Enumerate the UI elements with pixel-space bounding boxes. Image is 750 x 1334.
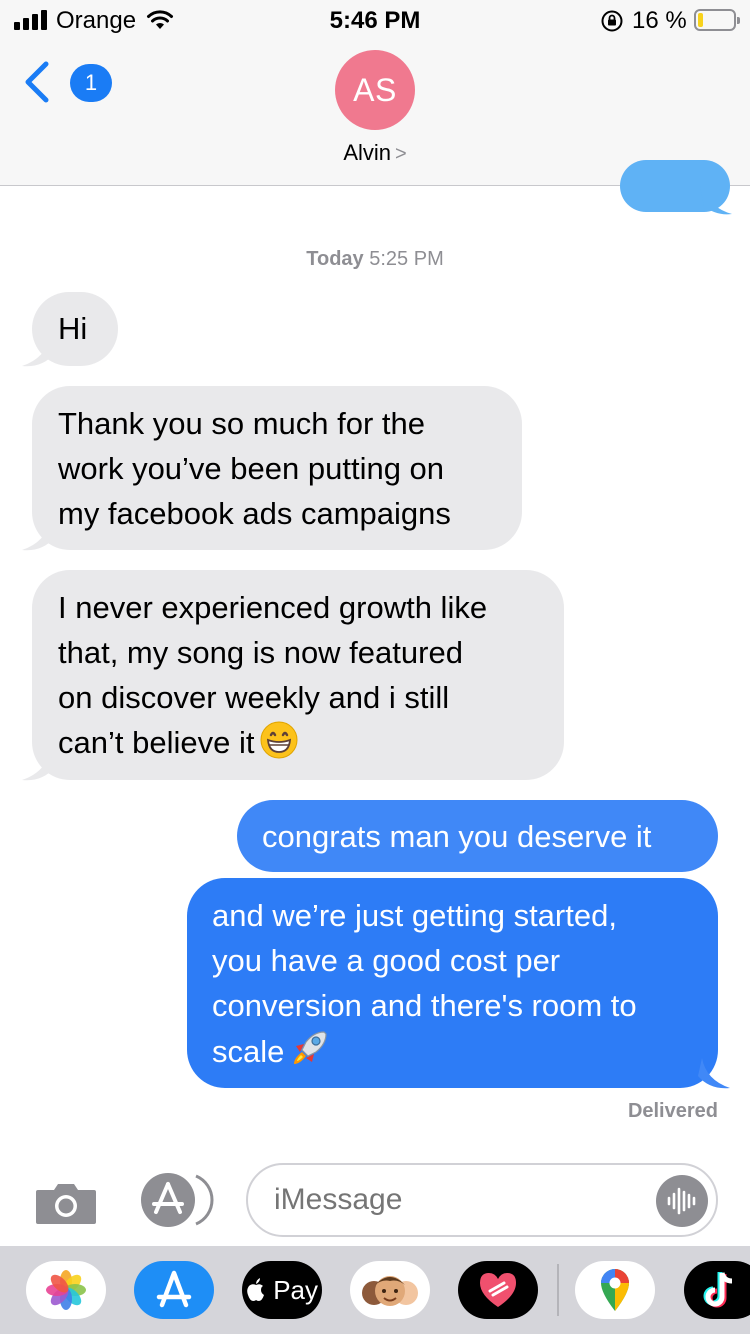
outgoing-message[interactable]: congrats man you deserve it [237,800,718,872]
chevron-left-icon [22,60,50,109]
message-line: scale [212,1034,285,1069]
message-line: that, my song is now featured [58,635,463,670]
heart-app-icon [480,1273,516,1307]
battery-level [698,13,703,27]
rocket-emoji [290,1028,330,1080]
message-line: Thank you so much for the [58,406,426,441]
tiktok-app-button[interactable] [684,1261,750,1319]
orientation-lock-icon [600,9,624,38]
app-store-button[interactable] [138,1172,214,1228]
bubble-tail [22,520,54,551]
contact-avatar[interactable]: AS [335,50,415,130]
memoji-icon [362,1276,418,1306]
maps-icon [601,1269,629,1311]
message-line: can’t believe it [58,725,255,760]
timestamp-time: 5:25 PM [369,248,444,270]
apple-pay-button[interactable]: Pay [242,1261,322,1319]
message-line: my facebook ads campaigns [58,496,451,531]
thread-timestamp: Today 5:25 PM [0,248,750,271]
tiktok-icon [703,1272,733,1308]
memoji-app-button[interactable] [350,1261,430,1319]
bubble-tail [22,336,54,367]
outgoing-message[interactable]: and we’re just getting started, you have… [187,878,718,1088]
app-store-icon [141,1173,214,1227]
app-store-icon [156,1270,192,1308]
message-line: on discover weekly and i still [58,680,450,715]
incoming-message[interactable]: Thank you so much for the work you’ve be… [32,386,522,550]
heart-app-button[interactable] [458,1261,538,1319]
back-button[interactable]: 1 [22,58,112,109]
audio-message-button[interactable] [656,1175,708,1227]
apple-pay-label: Pay [273,1275,319,1305]
waveform-icon [667,1187,696,1215]
camera-icon [36,1184,96,1224]
timestamp-day: Today [306,248,364,270]
contact-name: Alvin [343,140,391,165]
apple-logo-icon [246,1275,273,1305]
delivery-status: Delivered [627,1100,718,1122]
drawer-divider [557,1264,559,1316]
store-app-button[interactable] [134,1261,214,1319]
photos-icon [46,1270,86,1310]
photos-app-button[interactable] [26,1261,106,1319]
message-line: conversion and there's room to [212,988,637,1023]
message-input[interactable] [274,1183,634,1217]
message-text: Hi [58,311,88,346]
message-input-field[interactable] [246,1163,718,1237]
incoming-message[interactable]: I never experienced growth like that, my… [32,570,564,780]
message-line: I never experienced growth like [58,590,488,625]
status-bar: Orange 5:46 PM 16 % [0,0,750,40]
conversation-header: Orange 5:46 PM 16 % 1 AS Alvin > [0,0,750,186]
message-text: congrats man you deserve it [262,819,652,854]
bubble-tail [22,750,54,781]
message-line: work you’ve been putting on [58,451,445,486]
message-line: and we’re just getting started, [212,898,617,933]
battery-percentage: 16 % [632,7,687,34]
camera-button[interactable] [34,1180,98,1226]
chevron-right-icon: > [395,143,407,165]
unread-count-badge: 1 [70,64,112,102]
message-line: you have a good cost per [212,943,561,978]
bubble-tail [700,186,732,215]
grinning-face-emoji [260,721,298,771]
bubble-tail [698,1058,730,1089]
imessage-app-drawer: Pay [0,1246,750,1334]
battery-icon [694,9,740,31]
maps-app-button[interactable] [575,1261,655,1319]
